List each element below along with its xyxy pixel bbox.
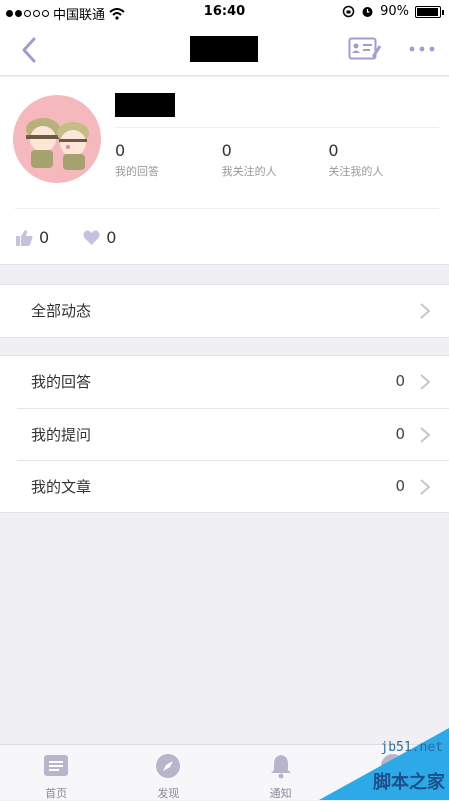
stat-value: 0 xyxy=(115,141,222,160)
my-content-section: 我的回答 0 我的提问 0 我的文章 0 xyxy=(0,355,449,513)
tab-label: 首页 xyxy=(0,785,112,801)
row-label: 我的文章 xyxy=(31,476,91,497)
my-answers-row[interactable]: 我的回答 0 xyxy=(0,356,449,408)
row-label: 我的回答 xyxy=(31,371,91,392)
chevron-right-icon xyxy=(419,373,431,391)
all-activity-row[interactable]: 全部动态 xyxy=(0,285,449,337)
activity-section: 全部动态 xyxy=(0,284,449,338)
row-label: 全部动态 xyxy=(31,300,91,321)
alarm-icon xyxy=(361,5,374,18)
stat-following[interactable]: 0 我关注的人 xyxy=(222,141,329,179)
username-redacted xyxy=(115,93,175,117)
stat-followers[interactable]: 0 关注我的人 xyxy=(328,141,435,179)
tab-home[interactable]: 首页 xyxy=(0,745,112,800)
avatar-illustration xyxy=(13,95,101,183)
watermark-name: 脚本之家 xyxy=(373,768,445,794)
nav-bar xyxy=(0,24,449,76)
stat-my-answers[interactable]: 0 我的回答 xyxy=(115,141,222,179)
row-count: 0 xyxy=(395,425,405,443)
battery-percent: 90% xyxy=(380,4,409,19)
my-articles-row[interactable]: 我的文章 0 xyxy=(17,460,449,512)
favorites-value: 0 xyxy=(106,228,116,247)
favorites-count: 0 xyxy=(83,228,116,247)
chevron-right-icon xyxy=(419,426,431,444)
row-count: 0 xyxy=(395,372,405,390)
chevron-right-icon xyxy=(419,302,431,320)
my-questions-row[interactable]: 我的提问 0 xyxy=(17,408,449,460)
more-options-icon[interactable] xyxy=(408,42,436,56)
stat-label: 我的回答 xyxy=(115,163,222,179)
divider xyxy=(115,127,439,128)
heart-icon xyxy=(83,230,100,245)
status-bar: 中国联通 16:40 90% xyxy=(0,0,449,24)
tab-label: 发现 xyxy=(112,785,224,801)
avatar[interactable] xyxy=(13,95,101,183)
stat-label: 关注我的人 xyxy=(328,163,435,179)
chevron-right-icon xyxy=(419,478,431,496)
likes-value: 0 xyxy=(39,228,49,247)
stat-value: 0 xyxy=(222,141,329,160)
profile-card-edit-icon[interactable] xyxy=(348,37,382,61)
page-title-redacted xyxy=(190,36,258,62)
reaction-counts: 0 0 xyxy=(16,228,116,247)
home-icon xyxy=(43,753,69,779)
back-chevron-icon[interactable] xyxy=(18,36,42,64)
battery-icon xyxy=(415,6,441,18)
divider xyxy=(15,208,439,209)
row-label: 我的提问 xyxy=(31,424,91,445)
stat-label: 我关注的人 xyxy=(222,163,329,179)
stat-value: 0 xyxy=(328,141,435,160)
tab-discover[interactable]: 发现 xyxy=(112,745,224,800)
watermark-site: jb51.net xyxy=(380,740,443,755)
thumbs-up-icon xyxy=(16,230,33,246)
profile-stats: 0 我的回答 0 我关注的人 0 关注我的人 xyxy=(115,141,435,179)
compass-icon xyxy=(155,753,181,779)
site-watermark: jb51.net 脚本之家 xyxy=(284,728,449,800)
profile-header: 0 我的回答 0 我关注的人 0 关注我的人 0 0 xyxy=(0,77,449,265)
rotation-lock-icon xyxy=(342,5,355,18)
row-count: 0 xyxy=(395,477,405,495)
likes-count: 0 xyxy=(16,228,49,247)
